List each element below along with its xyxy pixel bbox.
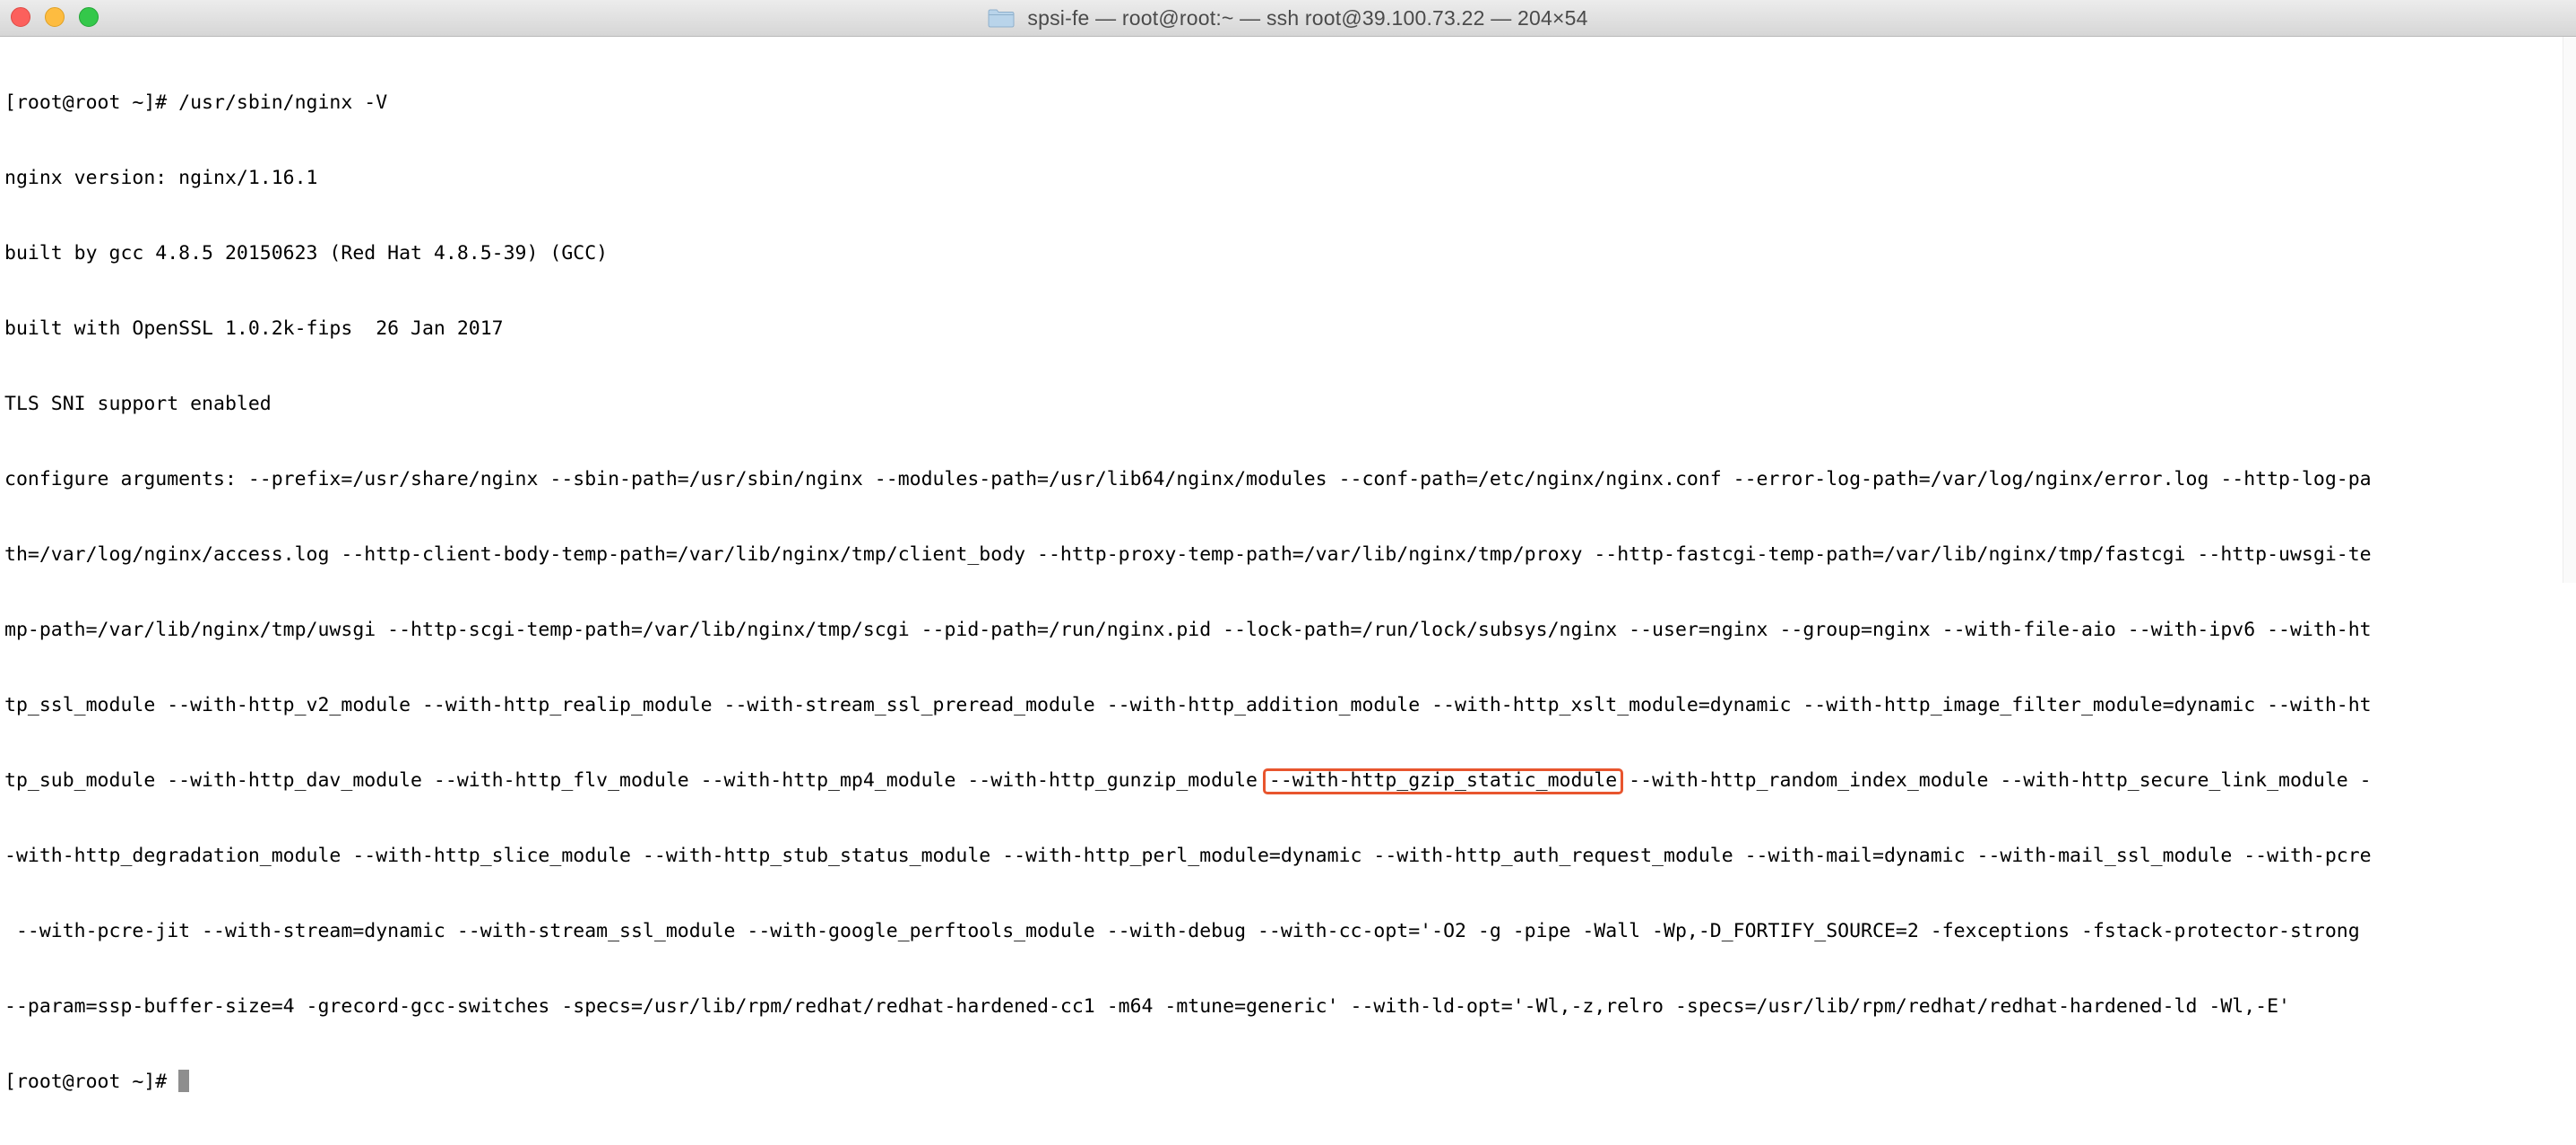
terminal-line: nginx version: nginx/1.16.1 <box>4 167 318 189</box>
terminal-line: -with-http_degradation_module --with-htt… <box>4 845 2372 867</box>
terminal-output[interactable]: [root@root ~]# /usr/sbin/nginx -V nginx … <box>4 40 2554 1145</box>
terminal-line: --param=ssp-buffer-size=4 -grecord-gcc-s… <box>4 995 2290 1018</box>
window-title: spsi-fe — root@root:~ — ssh root@39.100.… <box>1027 5 1588 30</box>
terminal-prompt-line[interactable]: [root@root ~]# <box>4 1070 2554 1095</box>
terminal-line-highlighted: tp_sub_module --with-http_dav_module --w… <box>4 768 2554 794</box>
title-bar[interactable]: spsi-fe — root@root:~ — ssh root@39.100.… <box>0 0 2576 37</box>
terminal-line: built by gcc 4.8.5 20150623 (Red Hat 4.8… <box>4 242 609 265</box>
shell-prompt: [root@root ~]# <box>4 1071 179 1093</box>
terminal-line: [root@root ~]# /usr/sbin/nginx -V <box>4 91 388 114</box>
terminal-line: built with OpenSSL 1.0.2k-fips 26 Jan 20… <box>4 317 504 340</box>
terminal-window: spsi-fe — root@root:~ — ssh root@39.100.… <box>0 0 2576 1093</box>
text-cursor <box>178 1070 190 1092</box>
folder-icon <box>988 8 1015 28</box>
terminal-line: --with-pcre-jit --with-stream=dynamic --… <box>4 920 2360 942</box>
terminal-line: TLS SNI support enabled <box>4 393 272 415</box>
scrollbar-track[interactable] <box>2563 37 2576 583</box>
terminal-line: mp-path=/var/lib/nginx/tmp/uwsgi --http-… <box>4 619 2372 641</box>
terminal-line: configure arguments: --prefix=/usr/share… <box>4 468 2372 490</box>
terminal-line: tp_ssl_module --with-http_v2_module --wi… <box>4 694 2372 716</box>
highlighted-gzip-static-module: --with-http_gzip_static_module <box>1262 768 1624 794</box>
title-container: spsi-fe — root@root:~ — ssh root@39.100.… <box>0 0 2576 36</box>
terminal-line: th=/var/log/nginx/access.log --http-clie… <box>4 543 2372 566</box>
terminal-text-segment: --with-http_random_index_module --with-h… <box>1617 769 2372 792</box>
terminal-text-segment: tp_sub_module --with-http_dav_module --w… <box>4 769 1269 792</box>
